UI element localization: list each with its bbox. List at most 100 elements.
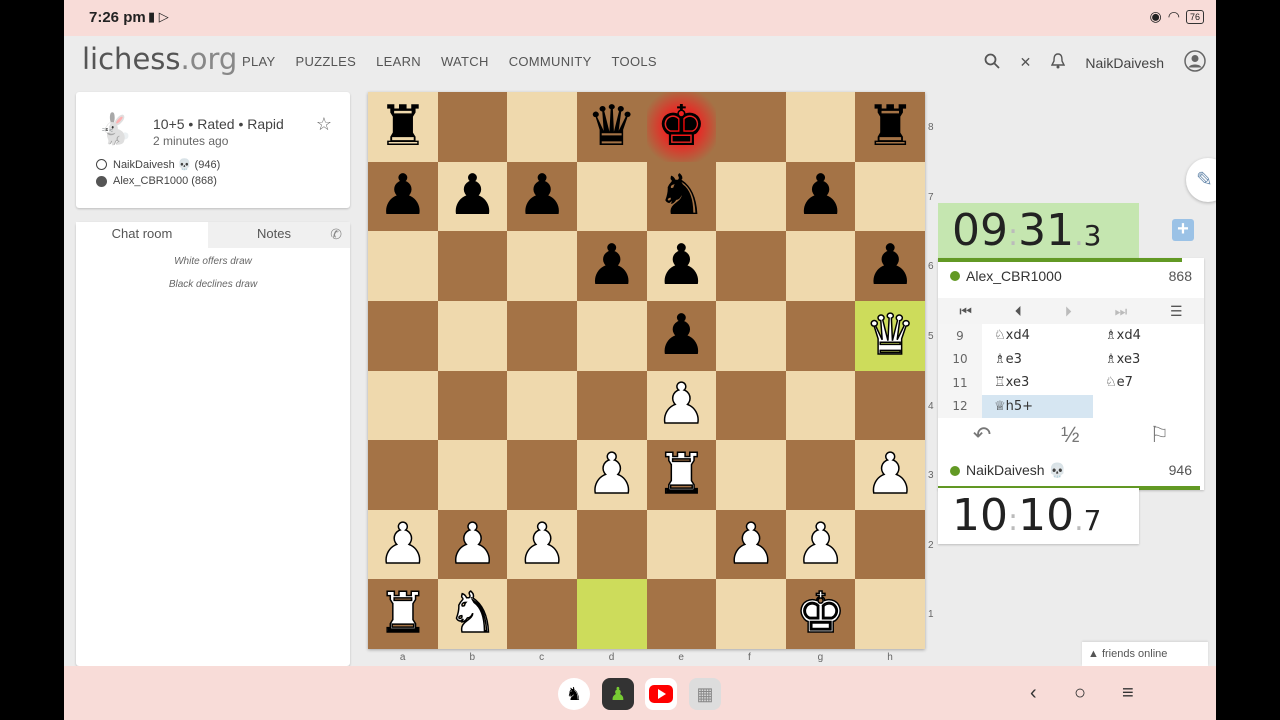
user-avatar-icon[interactable] bbox=[1184, 50, 1206, 75]
square-h7[interactable] bbox=[855, 161, 925, 232]
square-f6[interactable] bbox=[716, 231, 786, 301]
move-white[interactable]: ♗e3 bbox=[982, 348, 1093, 372]
white-pawn[interactable]: ♟ bbox=[655, 376, 707, 434]
square-c3[interactable] bbox=[507, 440, 577, 510]
white-knight[interactable]: ♞ bbox=[447, 585, 499, 643]
lichess-app-icon[interactable]: ♞ bbox=[558, 678, 590, 710]
white-pawn[interactable]: ♟ bbox=[516, 515, 568, 573]
square-f4[interactable] bbox=[716, 370, 786, 441]
add-time-button[interactable]: + bbox=[1172, 219, 1194, 241]
home-icon[interactable]: ○ bbox=[1074, 682, 1086, 705]
square-g8[interactable] bbox=[785, 92, 856, 162]
chess-app-icon[interactable]: ♟ bbox=[602, 678, 634, 710]
player-name[interactable]: NaikDaivesh 💀 bbox=[950, 462, 1066, 479]
square-b8[interactable] bbox=[437, 92, 508, 162]
nav-community[interactable]: COMMUNITY bbox=[509, 54, 592, 69]
swords-icon[interactable]: ✕ bbox=[1020, 54, 1032, 71]
square-b3[interactable] bbox=[437, 440, 508, 510]
square-e6[interactable]: ♟ bbox=[646, 231, 717, 301]
square-e4[interactable]: ♟ bbox=[646, 370, 717, 441]
square-f5[interactable] bbox=[716, 300, 786, 371]
move-white[interactable]: ♖xe3 bbox=[982, 371, 1093, 395]
move-black[interactable]: ♘e7 bbox=[1093, 371, 1204, 395]
app-drawer-icon[interactable]: ▦ bbox=[689, 678, 721, 710]
menu-icon[interactable]: ☰ bbox=[1170, 303, 1183, 320]
resign-flag-button[interactable]: ⚐ bbox=[1149, 422, 1169, 448]
square-a1[interactable]: ♜ bbox=[368, 579, 438, 649]
square-h3[interactable]: ♟ bbox=[855, 440, 925, 510]
white-king[interactable]: ♚ bbox=[795, 585, 847, 643]
recents-icon[interactable]: ≡ bbox=[1122, 682, 1134, 705]
nav-learn[interactable]: LEARN bbox=[376, 54, 421, 69]
white-rook[interactable]: ♜ bbox=[377, 585, 429, 643]
square-g5[interactable] bbox=[785, 300, 856, 371]
square-c4[interactable] bbox=[507, 370, 577, 441]
square-g2[interactable]: ♟ bbox=[785, 509, 856, 580]
nav-tools[interactable]: TOOLS bbox=[612, 54, 657, 69]
square-g4[interactable] bbox=[785, 370, 856, 441]
username[interactable]: NaikDaivesh bbox=[1085, 55, 1164, 71]
square-d2[interactable] bbox=[576, 509, 647, 580]
pencil-icon[interactable]: ✎ bbox=[1186, 158, 1216, 202]
square-e2[interactable] bbox=[646, 509, 717, 580]
back-icon[interactable]: ‹ bbox=[1030, 682, 1037, 705]
tab-notes[interactable]: Notes bbox=[208, 222, 340, 248]
white-pawn[interactable]: ♟ bbox=[795, 515, 847, 573]
square-g6[interactable] bbox=[785, 231, 856, 301]
move-black[interactable]: ♗xe3 bbox=[1093, 348, 1204, 372]
takeback-button[interactable]: ↶ bbox=[973, 422, 991, 448]
square-b6[interactable] bbox=[437, 231, 508, 301]
square-f2[interactable]: ♟ bbox=[716, 509, 786, 580]
square-a8[interactable]: ♜ bbox=[368, 92, 438, 162]
square-c8[interactable] bbox=[507, 92, 577, 162]
bookmark-star-icon[interactable]: ☆ bbox=[316, 114, 332, 135]
square-c2[interactable]: ♟ bbox=[507, 509, 577, 580]
square-d6[interactable]: ♟ bbox=[576, 231, 647, 301]
nav-play[interactable]: PLAY bbox=[242, 54, 275, 69]
phone-icon[interactable]: ✆ bbox=[330, 226, 342, 243]
square-h1[interactable] bbox=[855, 579, 925, 649]
square-a4[interactable] bbox=[368, 370, 438, 441]
move-black[interactable] bbox=[1093, 395, 1204, 419]
square-e1[interactable] bbox=[646, 579, 717, 649]
first-move-icon[interactable]: ⏮ bbox=[959, 303, 972, 320]
move-white[interactable]: ♘xd4 bbox=[982, 324, 1093, 348]
square-d3[interactable]: ♟ bbox=[576, 440, 647, 510]
offer-draw-button[interactable]: ½ bbox=[1061, 422, 1079, 448]
prev-move-icon[interactable]: ⏴ bbox=[1015, 303, 1022, 320]
white-pawn[interactable]: ♟ bbox=[377, 515, 429, 573]
square-c5[interactable] bbox=[507, 300, 577, 371]
move-white-current[interactable]: ♕h5+ bbox=[982, 394, 1093, 418]
square-b7[interactable]: ♟ bbox=[437, 161, 508, 232]
opponent-name[interactable]: Alex_CBR1000 bbox=[950, 268, 1062, 284]
square-a3[interactable] bbox=[368, 440, 438, 510]
nav-watch[interactable]: WATCH bbox=[441, 54, 489, 69]
square-h8[interactable]: ♜ bbox=[855, 92, 925, 162]
square-c7[interactable]: ♟ bbox=[507, 161, 577, 232]
white-pawn[interactable]: ♟ bbox=[864, 446, 916, 504]
friends-online-button[interactable]: ▲ friends online bbox=[1082, 642, 1208, 666]
square-h2[interactable] bbox=[855, 509, 925, 580]
square-a7[interactable]: ♟ bbox=[368, 161, 438, 232]
square-c1[interactable] bbox=[507, 579, 577, 649]
square-f1[interactable] bbox=[716, 579, 786, 649]
square-h6[interactable]: ♟ bbox=[855, 231, 925, 301]
square-b4[interactable] bbox=[437, 370, 508, 441]
search-icon[interactable] bbox=[984, 53, 1000, 72]
white-pawn[interactable]: ♟ bbox=[447, 515, 499, 573]
square-a2[interactable]: ♟ bbox=[368, 509, 438, 580]
square-d8[interactable]: ♛ bbox=[576, 92, 647, 162]
square-a6[interactable] bbox=[368, 231, 438, 301]
white-player-info[interactable]: NaikDaivesh 💀 (946) bbox=[96, 158, 220, 171]
square-d7[interactable] bbox=[576, 161, 647, 232]
white-pawn[interactable]: ♟ bbox=[586, 446, 638, 504]
square-d4[interactable] bbox=[576, 370, 647, 441]
white-queen[interactable]: ♛ bbox=[864, 306, 916, 364]
square-b5[interactable] bbox=[437, 300, 508, 371]
square-b1[interactable]: ♞ bbox=[437, 579, 508, 649]
white-pawn[interactable]: ♟ bbox=[725, 515, 777, 573]
site-logo[interactable]: lichess.org bbox=[82, 42, 237, 76]
bell-icon[interactable] bbox=[1051, 53, 1066, 72]
square-e3[interactable]: ♜ bbox=[646, 440, 717, 510]
square-e8[interactable]: ♚ bbox=[646, 92, 717, 162]
